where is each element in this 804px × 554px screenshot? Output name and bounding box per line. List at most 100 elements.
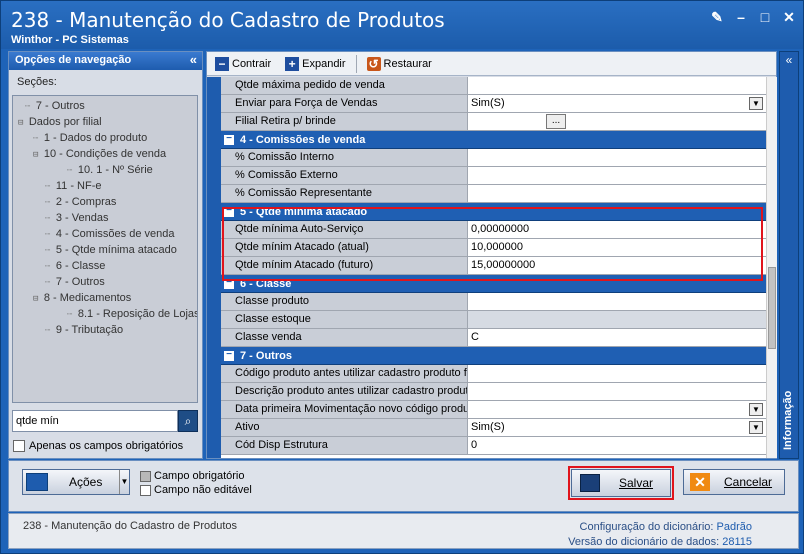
tree-item[interactable]: ⊟ 10 - Condições de venda bbox=[15, 146, 197, 162]
property-value[interactable] bbox=[468, 365, 766, 382]
save-button[interactable]: Salvar bbox=[568, 466, 674, 500]
category-title: 7 - Outros bbox=[240, 349, 292, 362]
tree-item[interactable]: ┈ 10. 1 - Nº Série bbox=[15, 162, 197, 178]
property-value[interactable] bbox=[468, 293, 766, 310]
property-row: Filial Retira p/ brinde... bbox=[221, 113, 766, 131]
grid-scrollbar-thumb[interactable] bbox=[768, 267, 776, 349]
chevron-down-icon[interactable]: ▼ bbox=[119, 470, 129, 494]
information-panel[interactable]: « Informação bbox=[779, 51, 799, 459]
actions-button[interactable]: Ações ▼ bbox=[22, 469, 130, 495]
property-value[interactable]: Sim(S) ▼ bbox=[468, 419, 766, 436]
property-value[interactable] bbox=[468, 167, 766, 184]
property-value[interactable] bbox=[468, 185, 766, 202]
expand-label: Expandir bbox=[302, 57, 346, 70]
tree-item[interactable]: ┈ 2 - Compras bbox=[15, 194, 197, 210]
navigation-panel-title: Opções de navegação bbox=[15, 54, 132, 66]
tree-collapse-icon[interactable]: ⊟ bbox=[18, 118, 29, 128]
property-name: Cód Disp Estrutura bbox=[221, 437, 468, 454]
tree-item[interactable]: ┈ 9 - Tributação bbox=[15, 322, 197, 338]
category-header[interactable]: −4 - Comissões de venda bbox=[221, 131, 766, 149]
sections-tree[interactable]: ┈ 7 - Outros ⊟ Dados por filial ┈ 1 - Dado… bbox=[12, 95, 198, 403]
tree-branch-icon: ┈ bbox=[45, 278, 56, 288]
grid-scrollbar[interactable] bbox=[766, 77, 777, 458]
property-value[interactable]: Sim(S) ▼ bbox=[468, 95, 766, 112]
tree-branch-icon: ┈ bbox=[45, 246, 56, 256]
legend-required: Campo obrigatório bbox=[140, 469, 252, 483]
tree-item[interactable]: ┈ 7 - Outros bbox=[15, 274, 197, 290]
tree-item[interactable]: ┈ 6 - Classe bbox=[15, 258, 197, 274]
collapse-button[interactable]: − Contrair bbox=[211, 56, 275, 71]
section-search-input[interactable] bbox=[12, 410, 178, 432]
property-name: Classe produto bbox=[221, 293, 468, 310]
property-value[interactable] bbox=[468, 383, 766, 400]
tree-item[interactable]: ┈ 7 - Outros bbox=[15, 98, 197, 114]
property-name: % Comissão Externo bbox=[221, 167, 468, 184]
property-value[interactable] bbox=[468, 149, 766, 166]
tree-item-label: 10. 1 - Nº Série bbox=[77, 164, 153, 176]
floppy-disk-icon bbox=[580, 474, 600, 492]
property-name: Filial Retira p/ brinde bbox=[221, 113, 468, 130]
property-row: % Comissão Externo bbox=[221, 167, 766, 185]
tree-branch-icon: ┈ bbox=[45, 182, 56, 192]
maximize-button[interactable]: □ bbox=[757, 9, 773, 25]
tree-branch-icon: ┈ bbox=[67, 166, 78, 176]
information-label: Informação bbox=[782, 390, 794, 450]
property-value[interactable]: C bbox=[468, 329, 766, 346]
property-name: Descrição produto antes utilizar cadastr… bbox=[221, 383, 468, 400]
property-value[interactable]: 0 bbox=[468, 437, 766, 454]
tree-branch-icon: ┈ bbox=[45, 230, 56, 240]
close-button[interactable]: ✕ bbox=[781, 9, 797, 25]
cancel-button[interactable]: ✕ Cancelar bbox=[683, 469, 785, 495]
tree-item[interactable]: ┈ 8.1 - Reposição de Lojas bbox=[15, 306, 197, 322]
tree-branch-icon: ┈ bbox=[45, 198, 56, 208]
grid-gutter bbox=[207, 77, 221, 458]
tree-item-label: 2 - Compras bbox=[55, 196, 117, 208]
only-required-checkbox[interactable] bbox=[13, 440, 25, 452]
expand-button[interactable]: + Expandir bbox=[281, 56, 349, 71]
collapse-left-icon[interactable]: « bbox=[190, 52, 197, 67]
restore-button[interactable]: ↺ Restaurar bbox=[363, 56, 436, 71]
property-value-text: 0 bbox=[471, 439, 478, 451]
grid-toolbar: − Contrair + Expandir ↺ Restaurar bbox=[207, 52, 776, 76]
toolbar-separator bbox=[355, 54, 357, 73]
property-value[interactable] bbox=[468, 311, 766, 328]
expand-right-icon[interactable]: « bbox=[780, 53, 798, 67]
collapse-category-icon[interactable]: − bbox=[224, 349, 234, 361]
tree-item-label: 10 - Condições de venda bbox=[43, 148, 167, 160]
property-row: Data primeira Movimentação novo código p… bbox=[221, 401, 766, 419]
tree-item[interactable]: ⊟ 8 - Medicamentos bbox=[15, 290, 197, 306]
tree-item[interactable]: ┈ 11 - NF-e bbox=[15, 178, 197, 194]
tree-item[interactable]: ┈ 4 - Comissões de venda bbox=[15, 226, 197, 242]
minimize-button[interactable]: – bbox=[733, 9, 749, 25]
status-bar: 238 - Manutenção do Cadastro de Produtos… bbox=[8, 513, 799, 549]
tree-branch-icon: ┈ bbox=[33, 134, 44, 144]
ellipsis-button[interactable]: ... bbox=[546, 114, 566, 129]
search-icon[interactable]: ⌕ bbox=[178, 410, 198, 432]
tree-item[interactable]: ┈ 3 - Vendas bbox=[15, 210, 197, 226]
tree-item[interactable]: ┈ 5 - Qtde mínima atacado bbox=[15, 242, 197, 258]
section-search: ⌕ bbox=[12, 410, 198, 432]
save-label: Salvar bbox=[619, 476, 654, 490]
only-required-checkbox-row[interactable]: Apenas os campos obrigatórios bbox=[13, 440, 183, 452]
chevron-down-icon[interactable]: ▼ bbox=[749, 421, 763, 434]
property-value[interactable]: ... bbox=[468, 113, 766, 130]
required-swatch bbox=[140, 470, 151, 482]
collapse-category-icon[interactable]: − bbox=[224, 133, 234, 145]
property-row: Cód Disp Estrutura 0 bbox=[221, 437, 766, 455]
window-title: 238 - Manutenção do Cadastro de Produtos bbox=[11, 8, 445, 32]
chevron-down-icon[interactable]: ▼ bbox=[749, 97, 763, 110]
property-value[interactable] bbox=[468, 77, 766, 94]
tree-collapse-icon[interactable]: ⊟ bbox=[33, 150, 44, 160]
property-row: % Comissão Representante bbox=[221, 185, 766, 203]
tree-collapse-icon[interactable]: ⊟ bbox=[33, 294, 44, 304]
chevron-down-icon[interactable]: ▼ bbox=[749, 403, 763, 416]
edit-window-icon[interactable]: ✎ bbox=[709, 9, 725, 25]
property-value[interactable]: ▼ bbox=[468, 401, 766, 418]
tree-branch-icon: ┈ bbox=[45, 214, 56, 224]
category-header[interactable]: −7 - Outros bbox=[221, 347, 766, 365]
property-row: Enviar para Força de Vendas Sim(S) ▼ bbox=[221, 95, 766, 113]
tree-item-label: 4 - Comissões de venda bbox=[55, 228, 175, 240]
tree-item[interactable]: ⊟ Dados por filial bbox=[15, 114, 197, 130]
tree-item[interactable]: ┈ 1 - Dados do produto bbox=[15, 130, 197, 146]
property-name: Data primeira Movimentação novo código p… bbox=[221, 401, 468, 418]
